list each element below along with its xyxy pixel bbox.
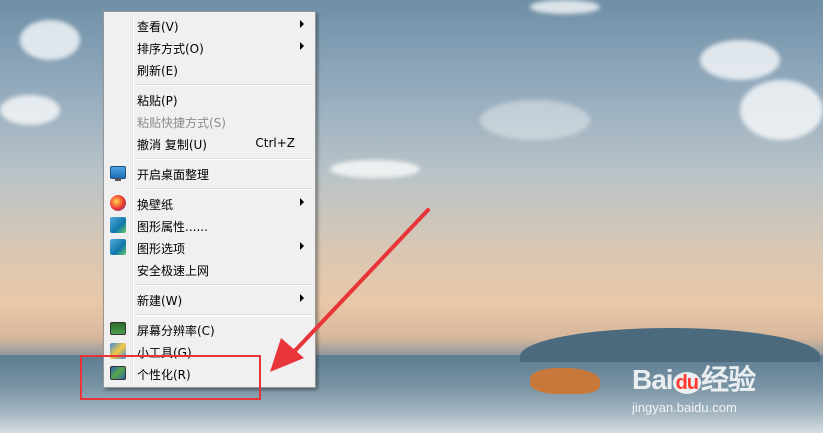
annotation-arrow-icon	[270, 208, 430, 372]
